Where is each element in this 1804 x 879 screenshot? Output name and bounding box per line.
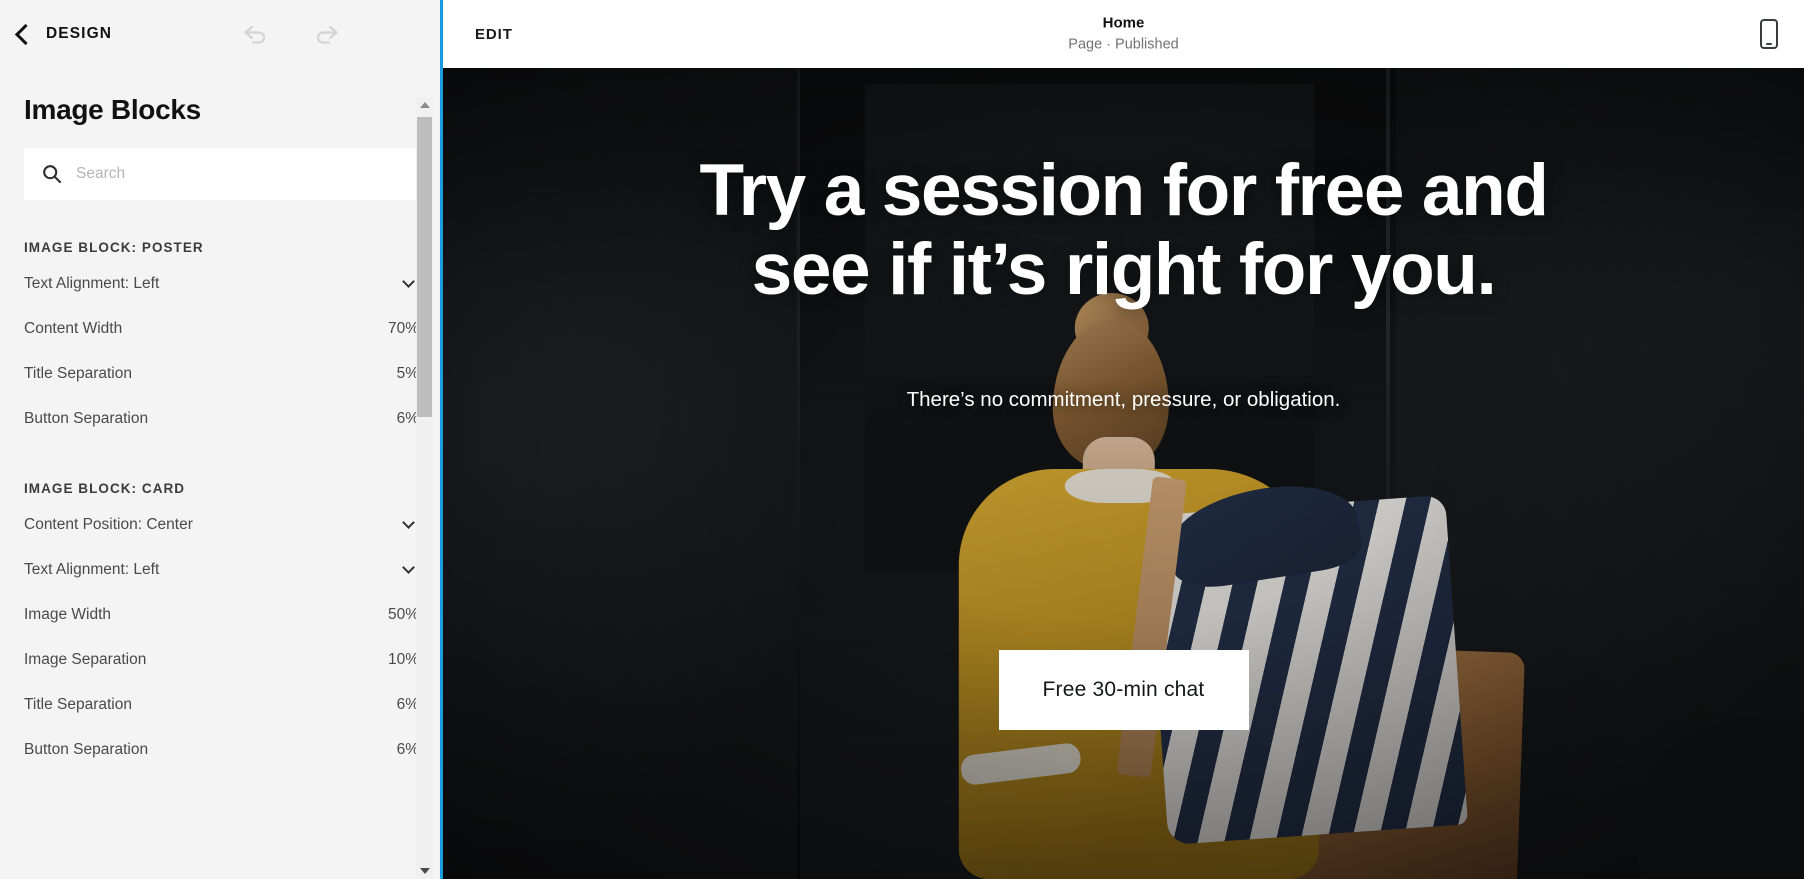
hero-subtitle[interactable]: There’s no commitment, pressure, or obli… xyxy=(624,388,1624,412)
hero-title-line-2: see if it’s right for you. xyxy=(751,228,1497,310)
setting-row-button-separation-poster[interactable]: Button Separation 6% xyxy=(24,396,419,441)
setting-value: 70% xyxy=(387,319,419,337)
hero-content: Try a session for free and see if it’s r… xyxy=(443,68,1804,879)
setting-value: 50% xyxy=(387,605,419,623)
mobile-device-icon xyxy=(1760,19,1778,49)
setting-label: Title Separation xyxy=(24,364,132,382)
hero-cta-button[interactable]: Free 30-min chat xyxy=(998,650,1249,730)
setting-label: Title Separation xyxy=(24,695,132,713)
setting-row-image-separation[interactable]: Image Separation 10% xyxy=(24,637,419,682)
search-input[interactable] xyxy=(76,165,401,183)
scrollbar-up-button[interactable] xyxy=(416,97,433,113)
setting-row-text-alignment-card[interactable]: Text Alignment: Left xyxy=(24,547,419,592)
setting-row-text-alignment-poster[interactable]: Text Alignment: Left xyxy=(24,261,419,306)
undo-arrow-icon xyxy=(244,25,266,44)
page-name: Home xyxy=(1102,14,1145,32)
settings-list: IMAGE BLOCK: POSTER Text Alignment: Left… xyxy=(0,240,443,772)
setting-label: Text Alignment: Left xyxy=(24,274,160,292)
setting-label: Image Separation xyxy=(24,650,147,668)
site-preview: EDIT Home Page · Published Try a session… xyxy=(443,0,1804,879)
undo-button[interactable] xyxy=(239,20,273,48)
setting-row-image-width[interactable]: Image Width 50% xyxy=(24,592,419,637)
hero-title[interactable]: Try a session for free and see if it’s r… xyxy=(624,150,1624,310)
chevron-left-icon xyxy=(14,23,37,46)
page-title: Image Blocks xyxy=(24,94,201,125)
scrollbar-track[interactable] xyxy=(416,113,433,863)
section-heading-card: IMAGE BLOCK: CARD xyxy=(24,481,186,496)
scroll-down-arrow-icon xyxy=(419,868,430,874)
search-container xyxy=(0,126,443,200)
chevron-down-icon xyxy=(402,561,415,574)
setting-label: Image Width xyxy=(24,605,112,623)
setting-label: Content Position: Center xyxy=(24,515,193,533)
scroll-up-arrow-icon xyxy=(419,102,430,108)
redo-arrow-icon xyxy=(316,25,338,44)
design-sidebar: DESIGN Image Blocks Search IMAGE BLOCK: … xyxy=(0,0,443,879)
page-status: Page · Published xyxy=(1068,36,1179,53)
setting-label: Button Separation xyxy=(24,409,149,427)
section-heading-poster: IMAGE BLOCK: POSTER xyxy=(24,240,204,255)
hero-title-line-1: Try a session for free and xyxy=(699,150,1548,231)
back-label: DESIGN xyxy=(46,25,113,42)
back-to-design-button[interactable]: DESIGN xyxy=(14,23,113,46)
setting-label: Content Width xyxy=(24,319,123,337)
setting-row-button-separation-card[interactable]: Button Separation 6% xyxy=(24,727,419,772)
sidebar-topbar: DESIGN xyxy=(0,0,443,68)
setting-row-title-separation-card[interactable]: Title Separation 6% xyxy=(24,682,419,727)
design-editor-app: DESIGN Image Blocks Search IMAGE BLOCK: … xyxy=(0,0,1804,879)
setting-label: Text Alignment: Left xyxy=(24,560,160,578)
chevron-down-icon xyxy=(402,275,415,288)
page-info: Home Page · Published xyxy=(443,13,1804,56)
preview-topbar: EDIT Home Page · Published xyxy=(443,0,1804,68)
history-buttons xyxy=(239,20,343,48)
redo-button[interactable] xyxy=(309,20,343,48)
setting-row-content-width[interactable]: Content Width 70% xyxy=(24,306,419,351)
scrollbar-down-button[interactable] xyxy=(416,863,433,879)
chevron-down-icon xyxy=(402,516,415,529)
sidebar-scrollbar[interactable] xyxy=(416,97,433,879)
setting-label: Button Separation xyxy=(24,740,149,758)
setting-value: 10% xyxy=(387,650,419,668)
edit-button[interactable]: EDIT xyxy=(475,26,513,43)
search-box[interactable] xyxy=(24,148,419,200)
preview-canvas[interactable]: Try a session for free and see if it’s r… xyxy=(443,68,1804,879)
search-icon xyxy=(42,164,62,184)
setting-row-content-position[interactable]: Content Position: Center xyxy=(24,502,419,547)
setting-row-title-separation-poster[interactable]: Title Separation 5% xyxy=(24,351,419,396)
mobile-view-button[interactable] xyxy=(1758,18,1780,50)
scrollbar-thumb[interactable] xyxy=(417,117,432,417)
